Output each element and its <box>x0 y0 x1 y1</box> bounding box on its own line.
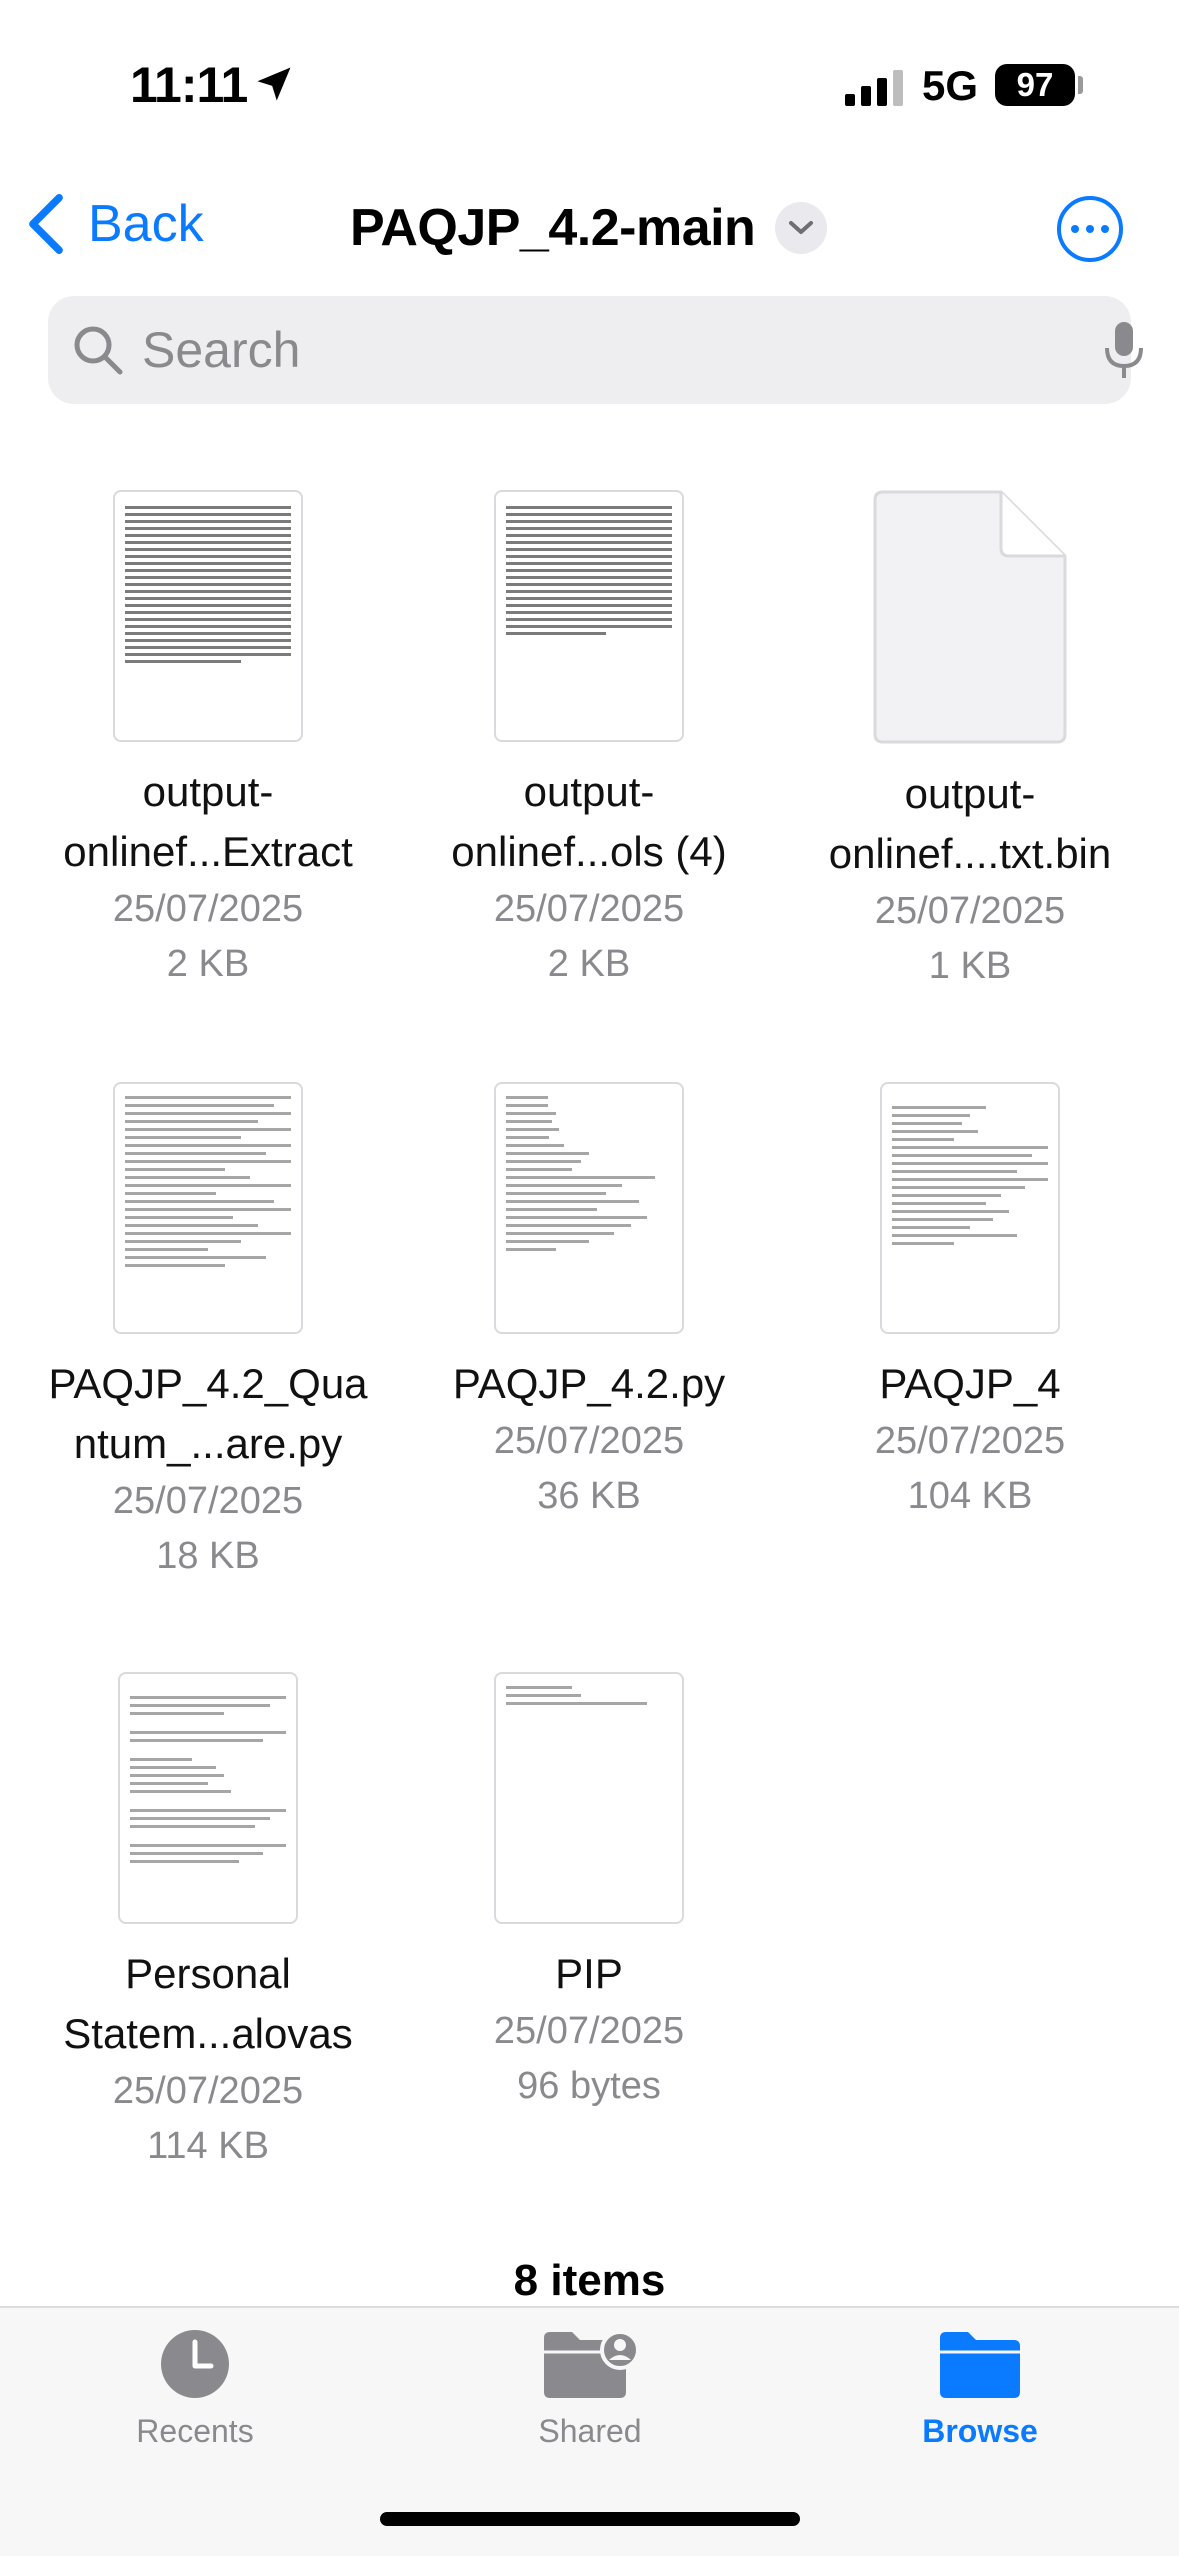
file-name: PIP <box>555 1950 623 1997</box>
file-name: PAQJP_4 <box>879 1360 1061 1407</box>
file-date: 25/07/2025 <box>493 888 685 930</box>
item-count: 8 items <box>513 2256 666 2305</box>
file-date: 25/07/2025 <box>493 2010 685 2052</box>
file-thumbnail <box>880 1082 1060 1334</box>
file-item[interactable]: output-onlinef...ols (4) 25/07/2025 2 KB <box>399 490 779 992</box>
chevron-left-icon <box>29 194 63 254</box>
file-item[interactable]: PIP 25/07/2025 96 bytes <box>399 1672 779 2114</box>
file-size: 2 KB <box>547 943 631 985</box>
file-date: 25/07/2025 <box>874 890 1066 932</box>
file-name: Personal Statem...alovas <box>63 1950 353 2057</box>
file-item[interactable]: Personal Statem...alovas 25/07/2025 114 K… <box>18 1672 398 2174</box>
shared-folder-icon <box>544 2330 640 2398</box>
page-title: PAQJP_4.2-main <box>350 199 756 257</box>
file-size: 2 KB <box>166 943 250 985</box>
location-arrow-icon <box>257 67 291 101</box>
file-size: 1 KB <box>928 945 1012 987</box>
ellipsis-icon <box>1071 225 1079 233</box>
file-thumbnail <box>494 1082 684 1334</box>
back-button-label: Back <box>88 195 204 253</box>
home-indicator[interactable] <box>380 2512 800 2526</box>
tab-shared[interactable]: Shared <box>440 2328 740 2450</box>
tab-label: Recents <box>136 2413 254 2449</box>
file-thumbnail <box>494 490 684 742</box>
back-button[interactable]: Back <box>26 194 204 254</box>
file-size: 96 bytes <box>517 2065 661 2107</box>
more-options-button[interactable] <box>1057 196 1123 262</box>
navigation-bar: Back PAQJP_4.2-main <box>0 180 1179 280</box>
file-item[interactable]: output-onlinef....txt.bin 25/07/2025 1 K… <box>780 490 1160 994</box>
file-size: 18 KB <box>156 1535 260 1577</box>
file-size: 36 KB <box>537 1475 641 1517</box>
file-size: 104 KB <box>907 1475 1033 1517</box>
file-size: 114 KB <box>147 2125 269 2167</box>
file-name: output-onlinef....txt.bin <box>828 770 1112 877</box>
status-time: 11:11 <box>130 57 248 113</box>
file-thumbnail <box>118 1672 298 1924</box>
file-name: output-onlinef...ols (4) <box>451 768 727 875</box>
blank-document-icon <box>873 490 1067 744</box>
network-type-label: 5G <box>922 62 979 109</box>
file-date: 25/07/2025 <box>493 1420 685 1462</box>
file-date: 25/07/2025 <box>112 2070 304 2112</box>
cellular-signal-icon <box>845 70 903 106</box>
file-date: 25/07/2025 <box>112 1480 304 1522</box>
file-item[interactable]: PAQJP_4 25/07/2025 104 KB <box>780 1082 1160 1524</box>
file-item[interactable]: PAQJP_4.2.py 25/07/2025 36 KB <box>399 1082 779 1524</box>
file-name: output-onlinef...Extract <box>63 768 353 875</box>
search-icon <box>74 326 123 375</box>
file-item[interactable]: PAQJP_4.2_Qua ntum_...are.py 25/07/2025 1… <box>18 1082 398 1584</box>
status-bar: 11:11 5G 97 <box>0 0 1179 150</box>
file-date: 25/07/2025 <box>874 1420 1066 1462</box>
clock-icon <box>161 2330 229 2398</box>
folder-icon <box>940 2332 1020 2398</box>
battery-nub <box>1078 76 1083 94</box>
file-thumbnail <box>113 1082 303 1334</box>
file-date: 25/07/2025 <box>112 888 304 930</box>
chevron-down-icon <box>789 221 814 234</box>
file-thumbnail <box>113 490 303 742</box>
tab-label: Browse <box>922 2413 1038 2449</box>
tab-recents[interactable]: Recents <box>45 2328 345 2450</box>
tab-browse[interactable]: Browse <box>830 2328 1130 2450</box>
file-name: PAQJP_4.2.py <box>452 1360 726 1407</box>
tab-label: Shared <box>538 2413 642 2449</box>
title-menu[interactable]: PAQJP_4.2-main <box>350 198 828 258</box>
battery-indicator: 97 <box>995 64 1075 106</box>
file-thumbnail <box>494 1672 684 1924</box>
title-dropdown-button[interactable] <box>775 202 828 254</box>
search-bar[interactable] <box>48 296 1143 404</box>
file-item[interactable]: output-onlinef...Extract 25/07/2025 2 KB <box>18 490 398 992</box>
search-input[interactable] <box>142 296 1042 404</box>
file-name: PAQJP_4.2_Qua ntum_...are.py <box>48 1360 368 1467</box>
microphone-icon[interactable] <box>1102 320 1146 380</box>
